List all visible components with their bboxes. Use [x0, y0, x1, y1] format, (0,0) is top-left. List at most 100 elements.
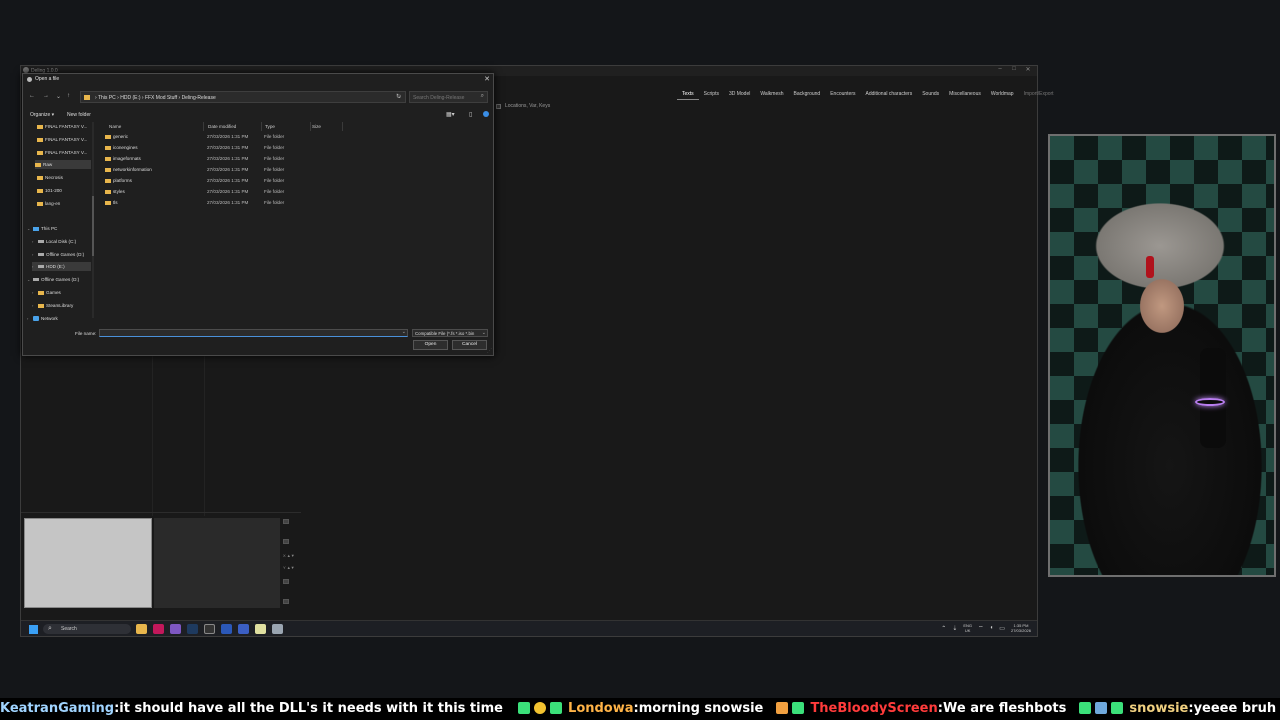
chevron-right-icon[interactable]: › — [32, 290, 36, 295]
nav-item-quick[interactable]: 101-200 — [37, 186, 62, 195]
file-row[interactable]: tls 27/03/2026 1:31 PM File folder — [103, 198, 333, 208]
file-row[interactable]: iconengines 27/03/2026 1:31 PM File folder — [103, 143, 333, 153]
breadcrumb-ffx-mod-stuff[interactable]: FFX Mod Stuff — [145, 95, 177, 101]
nav-pane-scrollbar[interactable] — [92, 122, 94, 318]
notes-icon[interactable] — [255, 624, 266, 634]
tab-scripts[interactable]: Scripts — [699, 90, 724, 100]
windows-start-icon[interactable] — [29, 625, 38, 634]
file-row[interactable]: platforms 27/03/2026 1:31 PM File folder — [103, 176, 333, 186]
clock[interactable]: 1:35 PM 27/03/2026 — [1011, 623, 1031, 633]
splitter[interactable] — [152, 356, 153, 516]
deling-taskbar-icon[interactable] — [272, 624, 283, 634]
chevron-right-icon[interactable]: › — [32, 264, 36, 269]
new-folder-button[interactable]: New folder — [67, 112, 91, 118]
up-arrow-icon[interactable]: ↑ — [67, 93, 70, 99]
chevron-right-icon[interactable]: › — [27, 316, 31, 321]
column-header-type[interactable]: Type — [265, 124, 275, 132]
download-icon[interactable]: ⇣ — [952, 625, 957, 632]
nav-item-drive[interactable]: › Local Disk (C:) — [32, 237, 76, 246]
column-header-size[interactable]: Size — [312, 124, 321, 132]
breadcrumb-deling-release[interactable]: Deling-Release — [182, 95, 216, 101]
file-row[interactable]: styles 27/03/2026 1:31 PM File folder — [103, 187, 333, 197]
resize-grip-icon[interactable]: ⋰ — [487, 348, 492, 354]
nav-item-drive[interactable]: › Offline Games (D:) — [32, 250, 84, 259]
forward-arrow-icon[interactable]: → — [43, 93, 49, 99]
file-row[interactable]: networkinformation 27/03/2026 1:31 PM File… — [103, 165, 333, 175]
tab-miscellaneous[interactable]: Miscellaneous — [944, 90, 986, 100]
tab-background[interactable]: Background — [789, 90, 826, 100]
preview-pane-icon[interactable]: ▯ — [469, 111, 472, 118]
splitter[interactable] — [21, 512, 301, 513]
nav-item-offline-games[interactable]: ⌄ Offline Games (D:) — [27, 275, 79, 284]
address-bar[interactable]: › This PC › HDD (E:) › FFX Mod Stuff › D… — [80, 91, 406, 103]
language-indicator[interactable]: ENG UK — [963, 623, 972, 633]
tab-additional-characters[interactable]: Additional characters — [861, 90, 918, 100]
tab-3d-model[interactable]: 3D Model — [724, 90, 755, 100]
splitter[interactable] — [204, 356, 205, 516]
nav-item-quick[interactable]: Raw — [35, 160, 91, 169]
app-icon[interactable] — [153, 624, 164, 634]
close-icon[interactable]: ✕ — [484, 75, 490, 83]
column-divider[interactable] — [310, 122, 311, 131]
chevron-right-icon[interactable]: › — [32, 239, 36, 244]
tab-import-export[interactable]: Import/Export — [1019, 90, 1059, 100]
file-row[interactable]: generic 27/03/2026 1:31 PM File folder — [103, 132, 333, 142]
taskbar-search[interactable]: ⌕ Search — [43, 624, 131, 634]
tab-walkmesh[interactable]: Walkmesh — [755, 90, 788, 100]
chevron-down-icon[interactable]: ⌄ — [27, 277, 31, 282]
chevron-up-icon[interactable]: ⌃ — [941, 625, 946, 632]
column-divider[interactable] — [342, 122, 343, 131]
locations-checkbox[interactable] — [496, 103, 501, 109]
chevron-right-icon[interactable]: › — [32, 252, 36, 257]
column-header-name[interactable]: Name — [109, 124, 121, 132]
refresh-icon[interactable]: ↻ — [396, 93, 401, 100]
x-spinbox[interactable]: X ▲▼ — [283, 553, 295, 558]
help-icon[interactable] — [483, 111, 489, 117]
wifi-icon[interactable]: ⌔ — [978, 624, 984, 632]
control-button[interactable] — [283, 579, 289, 584]
chevron-down-icon[interactable]: ⌄ — [27, 226, 31, 231]
recent-chevron-icon[interactable]: ⌄ — [56, 93, 61, 100]
file-name-input[interactable]: ⌄ — [99, 329, 408, 337]
view-options-icon[interactable]: ▦▾ — [446, 111, 455, 118]
close-icon[interactable]: ✕ — [1021, 66, 1035, 73]
battery-icon[interactable]: ▭ — [999, 625, 1005, 632]
file-explorer-icon[interactable] — [136, 624, 147, 634]
tab-sounds[interactable]: Sounds — [917, 90, 944, 100]
breadcrumb-hdd[interactable]: HDD (E:) — [120, 95, 140, 101]
cancel-button[interactable]: Cancel — [452, 340, 487, 350]
nav-item-quick[interactable]: Necrosis — [37, 173, 63, 182]
scrollbar-thumb[interactable] — [92, 196, 94, 256]
file-type-select[interactable]: Compatible File (*.fs *.iso *.bin ⌄ — [412, 329, 488, 337]
column-divider[interactable] — [203, 122, 204, 131]
minimize-icon[interactable]: – — [993, 66, 1007, 72]
volume-icon[interactable]: ◖ — [990, 625, 994, 631]
steam-icon[interactable] — [187, 624, 198, 634]
nav-item-quick[interactable]: FINAL FANTASY V... — [37, 122, 87, 131]
file-row[interactable]: imageformats 27/03/2026 1:31 PM File folde… — [103, 154, 333, 164]
nav-item-this-pc[interactable]: ⌄ This PC — [27, 224, 57, 233]
breadcrumb-this-pc[interactable]: This PC — [98, 95, 116, 101]
organize-button[interactable]: Organize ▾ — [30, 112, 54, 118]
control-button[interactable] — [283, 599, 289, 604]
app-icon[interactable] — [170, 624, 181, 634]
y-spinbox[interactable]: Y ▲▼ — [283, 565, 295, 570]
maximize-icon[interactable]: □ — [1007, 66, 1021, 72]
column-divider[interactable] — [261, 122, 262, 131]
tab-texts[interactable]: Texts — [677, 90, 699, 100]
open-button[interactable]: Open — [413, 340, 448, 350]
nav-item-folder[interactable]: › Games — [32, 288, 61, 297]
tab-encounters[interactable]: Encounters — [825, 90, 860, 100]
nav-item-drive[interactable]: › HDD (E:) — [32, 262, 91, 271]
column-header-date[interactable]: Date modified — [208, 124, 236, 132]
back-arrow-icon[interactable]: ← — [29, 93, 35, 99]
nav-item-quick[interactable]: lang-en — [37, 199, 60, 208]
nav-item-folder[interactable]: › SteamLibrary — [32, 301, 73, 310]
chevron-down-icon[interactable]: ⌄ — [402, 329, 406, 335]
app-icon[interactable] — [204, 624, 215, 634]
app-icon[interactable] — [238, 624, 249, 634]
app-icon[interactable] — [221, 624, 232, 634]
control-button[interactable] — [283, 519, 289, 524]
tab-worldmap[interactable]: Worldmap — [986, 90, 1019, 100]
control-button[interactable] — [283, 539, 289, 544]
